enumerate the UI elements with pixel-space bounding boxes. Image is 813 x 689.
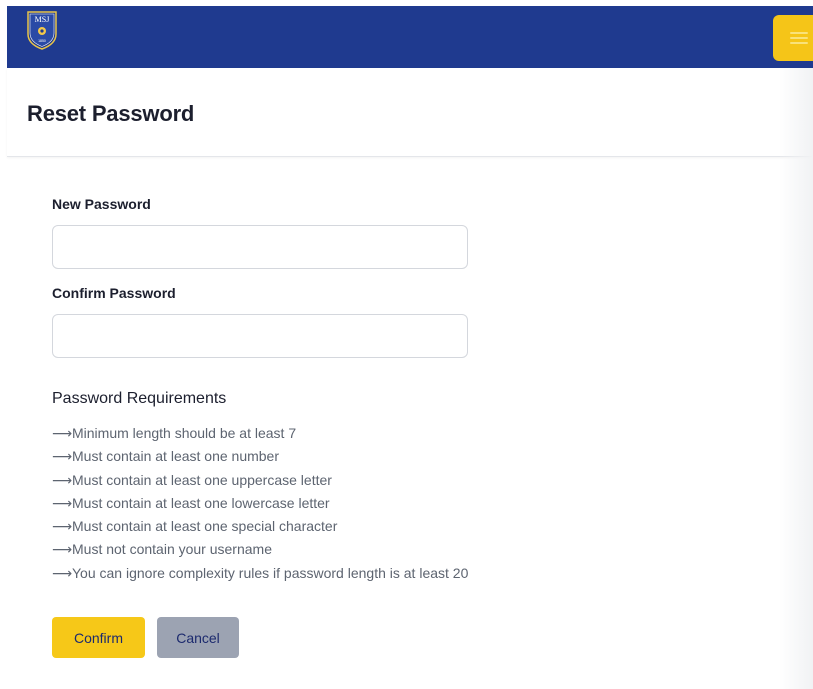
password-requirements-title: Password Requirements bbox=[52, 390, 227, 407]
svg-text:1850: 1850 bbox=[38, 39, 46, 43]
requirement-item: ⟶Must contain at least one uppercase let… bbox=[52, 469, 468, 492]
long-right-arrow-icon: ⟶ bbox=[52, 518, 73, 535]
confirm-password-input[interactable] bbox=[52, 314, 468, 358]
long-right-arrow-icon: ⟶ bbox=[52, 448, 73, 465]
menu-button[interactable] bbox=[773, 15, 813, 61]
long-right-arrow-icon: ⟶ bbox=[52, 425, 73, 441]
new-password-input[interactable] bbox=[52, 225, 468, 269]
requirement-item: ⟶Must contain at least one number bbox=[52, 445, 468, 468]
top-navbar: MSJ 1850 bbox=[7, 6, 813, 68]
long-right-arrow-icon: ⟶ bbox=[52, 494, 73, 511]
svg-text:MSJ: MSJ bbox=[35, 15, 50, 24]
page-header: Reset Password bbox=[7, 68, 813, 157]
requirement-item: ⟶Must contain at least one special chara… bbox=[52, 515, 468, 538]
cancel-button[interactable]: Cancel bbox=[157, 617, 239, 658]
long-right-arrow-icon: ⟶ bbox=[52, 541, 73, 558]
new-password-label: New Password bbox=[52, 196, 151, 212]
requirement-item: ⟶Minimum length should be at least 7 bbox=[52, 422, 468, 445]
long-right-arrow-icon: ⟶ bbox=[52, 471, 73, 488]
requirement-item: ⟶Must contain at least one lowercase let… bbox=[52, 492, 468, 515]
confirm-password-label: Confirm Password bbox=[52, 285, 176, 301]
reset-password-page: MSJ 1850 Reset Password New Password Con… bbox=[0, 0, 813, 689]
password-requirements-list: ⟶Minimum length should be at least 7 ⟶Mu… bbox=[52, 422, 468, 585]
requirement-item: ⟶Must not contain your username bbox=[52, 538, 468, 561]
msj-logo[interactable]: MSJ 1850 bbox=[26, 10, 58, 50]
long-right-arrow-icon: ⟶ bbox=[52, 564, 73, 581]
page-title: Reset Password bbox=[27, 101, 195, 126]
page-edge-shadow bbox=[779, 68, 813, 689]
requirement-item: ⟶You can ignore complexity rules if pass… bbox=[52, 562, 468, 585]
confirm-button[interactable]: Confirm bbox=[52, 617, 145, 658]
